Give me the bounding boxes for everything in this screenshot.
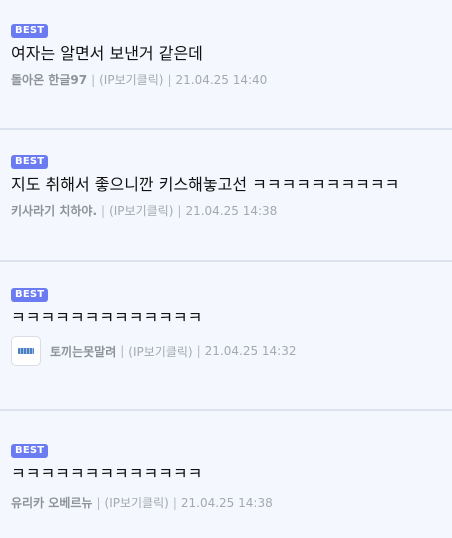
comment-meta: 토끼는못말려 | (IP보기클릭) | 21.04.25 14:32: [11, 336, 452, 366]
comment-nickname[interactable]: 돌아온 한글97: [11, 71, 87, 88]
best-comment: BEST 지도 취해서 좋으니깐 키스해놓고선 ㅋㅋㅋㅋㅋㅋㅋㅋㅋㅋ 키사라기 …: [0, 130, 452, 262]
ip-view-link[interactable]: (IP보기클릭): [128, 343, 192, 360]
meta-separator: |: [101, 203, 106, 218]
best-comment-list: BEST 여자는 알면서 보낸거 같은데 돌아온 한글97 | (IP보기클릭)…: [0, 0, 452, 538]
comment-date: 21.04.25 14:40: [175, 72, 268, 87]
ip-view-link[interactable]: (IP보기클릭): [105, 494, 169, 511]
best-badge: BEST: [11, 444, 49, 458]
comment-meta: 유리카 오베르뉴 | (IP보기클릭) | 21.04.25 14:38: [11, 494, 452, 511]
comment-nickname[interactable]: 키사라기 치하야.: [11, 202, 97, 219]
user-avatar-icon[interactable]: [11, 336, 41, 366]
meta-separator: |: [177, 203, 182, 218]
comment-meta: 키사라기 치하야. | (IP보기클릭) | 21.04.25 14:38: [11, 202, 452, 219]
comment-nickname[interactable]: 토끼는못말려: [50, 343, 116, 360]
best-comment: BEST ㅋㅋㅋㅋㅋㅋㅋㅋㅋㅋㅋㅋㅋ 토끼는못말려 | (IP보기클릭) | 2…: [0, 262, 452, 411]
comment-date: 21.04.25 14:32: [204, 344, 297, 358]
best-badge: BEST: [11, 24, 49, 38]
meta-separator: |: [167, 72, 172, 87]
comment-date: 21.04.25 14:38: [180, 495, 273, 510]
best-comment: BEST 여자는 알면서 보낸거 같은데 돌아온 한글97 | (IP보기클릭)…: [0, 0, 452, 130]
comment-text: 지도 취해서 좋으니깐 키스해놓고선 ㅋㅋㅋㅋㅋㅋㅋㅋㅋㅋ: [11, 175, 400, 194]
comment-nickname[interactable]: 유리카 오베르뉴: [11, 494, 92, 511]
meta-separator: |: [172, 495, 177, 510]
avatar-image: [18, 348, 34, 354]
ip-view-link[interactable]: (IP보기클릭): [109, 202, 173, 219]
comment-date: 21.04.25 14:38: [185, 203, 278, 218]
comment-text: ㅋㅋㅋㅋㅋㅋㅋㅋㅋㅋㅋㅋㅋ: [11, 464, 203, 483]
meta-separator: |: [96, 495, 101, 510]
comment-meta: 돌아온 한글97 | (IP보기클릭) | 21.04.25 14:40: [11, 71, 452, 88]
meta-separator: |: [196, 344, 201, 358]
best-badge: BEST: [11, 288, 49, 302]
best-comment: BEST ㅋㅋㅋㅋㅋㅋㅋㅋㅋㅋㅋㅋㅋ 유리카 오베르뉴 | (IP보기클릭) |…: [0, 411, 452, 538]
meta-separator: |: [120, 344, 125, 358]
meta-separator: |: [91, 72, 96, 87]
comment-text: 여자는 알면서 보낸거 같은데: [11, 44, 203, 63]
best-badge: BEST: [11, 155, 49, 169]
comment-text: ㅋㅋㅋㅋㅋㅋㅋㅋㅋㅋㅋㅋㅋ: [11, 308, 203, 327]
ip-view-link[interactable]: (IP보기클릭): [99, 71, 163, 88]
